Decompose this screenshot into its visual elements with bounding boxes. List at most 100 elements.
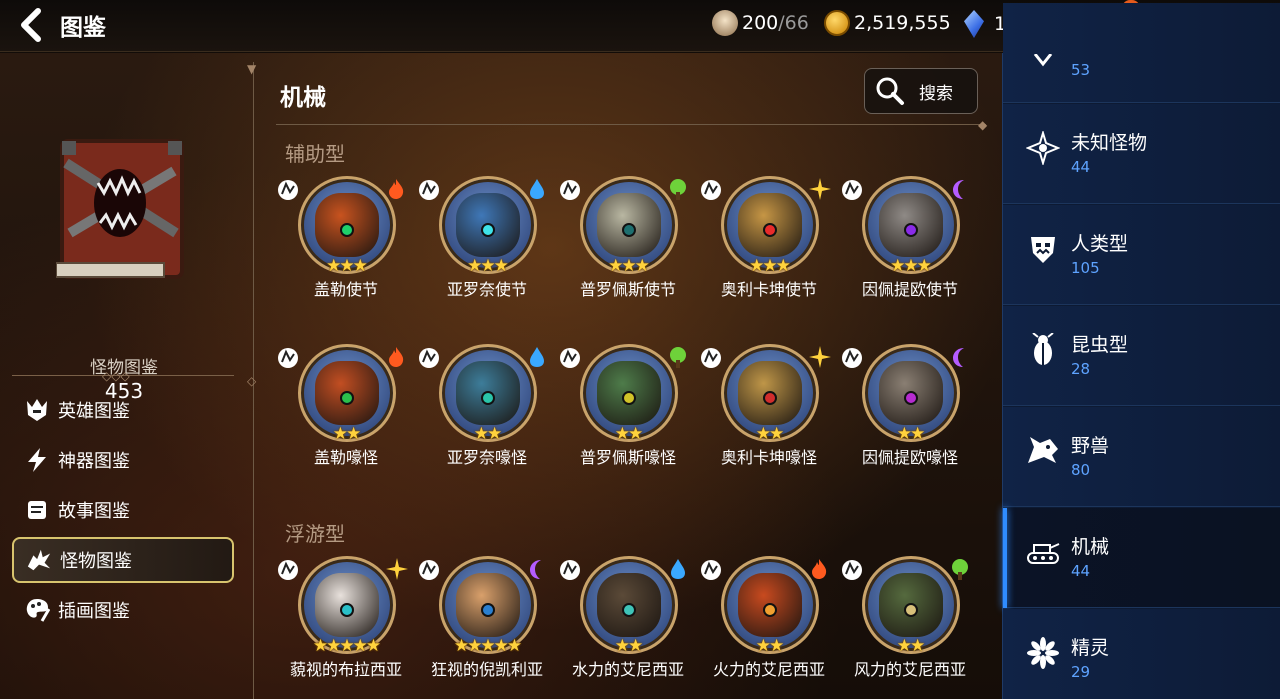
nav-story-collection[interactable]: 故事图鉴 — [12, 487, 234, 533]
category-count: 44 — [1071, 562, 1091, 580]
dark-element-icon — [527, 558, 547, 580]
monster-card[interactable]: ★★ 亚罗奈嚎怪 — [417, 344, 557, 467]
category-count: 80 — [1071, 461, 1091, 479]
role-type-icon — [699, 346, 723, 370]
stamina-max: /66 — [778, 12, 809, 34]
category-name: 精灵 — [1071, 637, 1110, 659]
category-name: 昆虫型 — [1071, 334, 1129, 356]
nav-monster-collection[interactable]: 怪物图鉴 — [12, 537, 234, 583]
dragon-icon — [26, 547, 52, 573]
monster-name: 风力的艾尼西亚 — [853, 660, 966, 679]
monster-card[interactable]: ★★★ 因佩提欧使节 — [840, 176, 980, 299]
role-type-icon — [699, 558, 723, 582]
wood-element-icon — [950, 558, 970, 580]
scroll-icon — [24, 497, 50, 523]
category-item-partial[interactable]: 53 — [1003, 3, 1280, 103]
fire-element-icon — [386, 178, 406, 200]
monster-book-icon — [55, 123, 190, 321]
role-type-icon — [276, 178, 300, 202]
nav-hero-collection[interactable]: 英雄图鉴 — [12, 387, 234, 433]
fire-element-icon — [809, 558, 829, 580]
star-rating: ★★★ — [326, 256, 368, 276]
star-rating: ★★★ — [749, 256, 791, 276]
divider-ornament: ◆ — [978, 118, 988, 132]
monster-eye — [481, 223, 495, 237]
gold-display[interactable]: 2,519,555 — [824, 10, 951, 36]
role-type-icon — [417, 558, 441, 582]
water-element-icon — [527, 346, 547, 368]
monster-name: 因佩提欧使节 — [861, 280, 958, 299]
monster-eye — [904, 603, 918, 617]
gold-coin-icon — [824, 10, 850, 36]
monster-card[interactable]: ★★ 火力的艾尼西亚 — [699, 556, 839, 679]
monster-card[interactable]: ★★ 水力的艾尼西亚 — [558, 556, 698, 679]
partial-category-icon — [1025, 43, 1061, 79]
monster-name: 盖勒使节 — [313, 280, 378, 299]
palette-icon — [24, 597, 50, 623]
category-title: 机械 — [280, 85, 326, 111]
category-item-human[interactable]: 人类型 105 — [1003, 205, 1280, 305]
nav-label: 故事图鉴 — [58, 501, 130, 522]
hero-helmet-icon — [24, 397, 50, 423]
page-title: 图鉴 — [60, 15, 106, 41]
role-type-icon — [276, 558, 300, 582]
category-item-beast[interactable]: 野兽 80 — [1003, 407, 1280, 507]
monster-card[interactable]: ★★ 因佩提欧嚎怪 — [840, 344, 980, 467]
nav-illustration-collection[interactable]: 插画图鉴 — [12, 587, 234, 633]
category-item-spirit[interactable]: 精灵 29 — [1003, 609, 1280, 699]
back-arrow-icon[interactable] — [12, 6, 50, 44]
monster-card[interactable]: ★★ 奥利卡坤嚎怪 — [699, 344, 839, 467]
search-button[interactable]: 搜索 — [864, 68, 978, 114]
star-rating: ★★★ — [890, 256, 932, 276]
monster-eye — [340, 391, 354, 405]
monster-card[interactable]: ★★ 盖勒嚎怪 — [276, 344, 416, 467]
lightning-icon — [24, 447, 50, 473]
stamina-display[interactable]: 200 /66 — [712, 10, 809, 36]
monster-name: 亚罗奈使节 — [446, 280, 527, 299]
role-type-icon — [558, 346, 582, 370]
monster-eye — [622, 223, 636, 237]
monster-name: 盖勒嚎怪 — [313, 448, 378, 467]
nav-label: 插画图鉴 — [58, 601, 130, 622]
water-element-icon — [527, 178, 547, 200]
star-rating: ★★★★★ — [453, 636, 522, 656]
monster-card[interactable]: ★★★ 奥利卡坤使节 — [699, 176, 839, 299]
monster-name: 奥利卡坤使节 — [720, 280, 817, 299]
wood-element-icon — [668, 178, 688, 200]
crystal-gem-icon — [964, 10, 984, 38]
star-rating: ★★ — [614, 424, 643, 444]
role-type-icon — [840, 558, 864, 582]
divider-ornament: ◇◇◇ — [102, 369, 130, 383]
role-type-icon — [417, 178, 441, 202]
category-item-unknown[interactable]: 未知怪物 44 — [1003, 104, 1280, 204]
monster-card[interactable]: ★★★ 普罗佩斯使节 — [558, 176, 698, 299]
monster-name: 水力的艾尼西亚 — [571, 660, 684, 679]
light-element-icon — [809, 346, 831, 368]
monster-card[interactable]: ★★★★★ 狂视的倪凯利亚 — [417, 556, 557, 679]
monster-card[interactable]: ★★★ 盖勒使节 — [276, 176, 416, 299]
monster-name: 普罗佩斯使节 — [579, 280, 676, 299]
monster-name: 狂视的倪凯利亚 — [430, 660, 543, 679]
nav-artifact-collection[interactable]: 神器图鉴 — [12, 437, 234, 483]
category-item-machine[interactable]: 机械 44 — [1003, 508, 1280, 608]
category-name: 机械 — [1071, 536, 1110, 558]
monster-card[interactable]: ★★ 风力的艾尼西亚 — [840, 556, 980, 679]
gold-value: 2,519,555 — [854, 12, 951, 34]
light-element-icon — [386, 558, 408, 580]
nav-label: 英雄图鉴 — [58, 401, 130, 422]
star-rating: ★★★ — [467, 256, 509, 276]
stamina-icon — [712, 10, 738, 36]
monster-card[interactable]: ★★★ 亚罗奈使节 — [417, 176, 557, 299]
wood-element-icon — [668, 346, 688, 368]
monster-card[interactable]: ★★★★★ 藐视的布拉西亚 — [276, 556, 416, 679]
unknown-monster-icon — [1025, 130, 1061, 166]
monster-card[interactable]: ★★ 普罗佩斯嚎怪 — [558, 344, 698, 467]
star-rating: ★★★ — [608, 256, 650, 276]
monster-eye — [622, 391, 636, 405]
category-name: 人类型 — [1071, 233, 1129, 255]
monster-eye — [763, 603, 777, 617]
search-label: 搜索 — [919, 83, 953, 104]
category-item-insect[interactable]: 昆虫型 28 — [1003, 306, 1280, 406]
monster-name: 火力的艾尼西亚 — [712, 660, 825, 679]
category-count: 28 — [1071, 360, 1091, 378]
